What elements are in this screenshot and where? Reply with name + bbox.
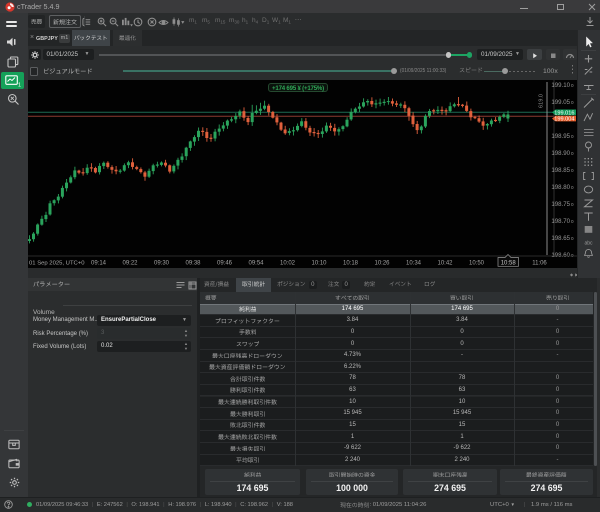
svg-text:10:34: 10:34 — [406, 261, 422, 267]
svg-text:199.016: 199.016 — [554, 110, 574, 116]
svg-text:0: 0 — [571, 83, 574, 88]
svg-text:09:14: 09:14 — [91, 261, 107, 267]
svg-text:0: 0 — [571, 134, 574, 139]
svg-text:0: 0 — [571, 151, 574, 156]
svg-text:0: 0 — [571, 236, 574, 241]
svg-text:10:42: 10:42 — [437, 261, 453, 267]
svg-text:10:18: 10:18 — [343, 261, 359, 267]
svg-text:198.90: 198.90 — [551, 150, 570, 157]
svg-text:09:54: 09:54 — [248, 261, 264, 267]
svg-text:0: 0 — [571, 168, 574, 173]
svg-text:198.70: 198.70 — [551, 218, 570, 225]
svg-text:0: 0 — [571, 202, 574, 207]
svg-text:0: 0 — [571, 219, 574, 224]
svg-text:09:38: 09:38 — [185, 261, 201, 267]
svg-text:0: 0 — [571, 185, 574, 190]
svg-text:198.65: 198.65 — [551, 235, 570, 242]
svg-text:10:02: 10:02 — [280, 261, 296, 267]
svg-text:198.95: 198.95 — [551, 133, 570, 140]
svg-text:199.05: 199.05 — [551, 99, 570, 106]
svg-text:10:50: 10:50 — [469, 261, 485, 267]
svg-text:1: 1 — [18, 83, 21, 88]
svg-text:01 Sep 2025, UTC+0: 01 Sep 2025, UTC+0 — [29, 260, 85, 266]
svg-text:198.75: 198.75 — [551, 201, 570, 208]
svg-text:199.10: 199.10 — [551, 82, 570, 89]
svg-text:09:46: 09:46 — [217, 261, 233, 267]
svg-text:09:22: 09:22 — [122, 261, 138, 267]
svg-text:09:30: 09:30 — [154, 261, 170, 267]
svg-text:199.004: 199.004 — [554, 117, 574, 123]
svg-text:0: 0 — [571, 100, 574, 105]
svg-text:10:26: 10:26 — [374, 261, 390, 267]
svg-text:10:58: 10:58 — [501, 260, 517, 266]
svg-text:10:10: 10:10 — [311, 261, 327, 267]
svg-text:198.80: 198.80 — [551, 184, 570, 191]
svg-text:11:06: 11:06 — [532, 260, 547, 266]
svg-text:198.85: 198.85 — [551, 167, 570, 174]
